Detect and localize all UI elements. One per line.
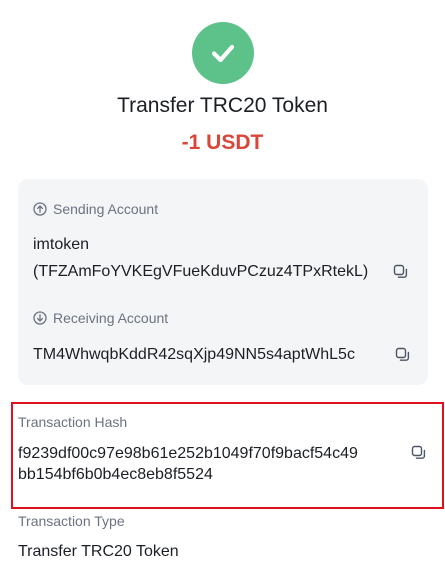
sending-account-header: Sending Account [33, 201, 158, 217]
transaction-type-value: Transfer TRC20 Token [18, 543, 179, 560]
arrow-down-circle-icon [33, 311, 47, 325]
transaction-title: Transfer TRC20 Token [117, 94, 328, 117]
success-status-badge [192, 22, 254, 84]
transaction-detail-page: Transfer TRC20 Token -1 USDT Sending Acc… [0, 0, 445, 580]
transaction-amount: -1 USDT [181, 131, 264, 154]
copy-receiving-address-icon[interactable] [395, 347, 411, 363]
receiving-account-label: Receiving Account [53, 310, 169, 326]
sending-account-name: imtoken [33, 236, 90, 253]
checkmark-icon [211, 44, 235, 63]
receiving-account-header: Receiving Account [33, 310, 168, 326]
arrow-up-circle-icon [33, 202, 47, 216]
receiving-account-address: TM4WhwqbKddR42sqXjp49NN5s4aptWhL5c [33, 346, 355, 363]
sending-account-label: Sending Account [53, 201, 159, 217]
accounts-card: Sending Account imtoken (TFZAmFoYVKEgVFu… [18, 179, 428, 385]
copy-sending-address-icon[interactable] [393, 264, 409, 280]
transaction-hash-line-1: f9239df00c97e98b61e252b1049f70f9bacf54c4… [18, 445, 358, 462]
transaction-type-label: Transaction Type [18, 513, 125, 529]
transaction-hash-line-2: bb154bf6b0b4ec8eb8f5524 [18, 466, 213, 483]
sending-account-address: (TFZAmFoYVKEgVFueKduvPCzuz4TPxRtekL) [33, 263, 369, 280]
copy-transaction-hash-icon[interactable] [411, 445, 427, 461]
transaction-hash-label: Transaction Hash [18, 414, 128, 430]
